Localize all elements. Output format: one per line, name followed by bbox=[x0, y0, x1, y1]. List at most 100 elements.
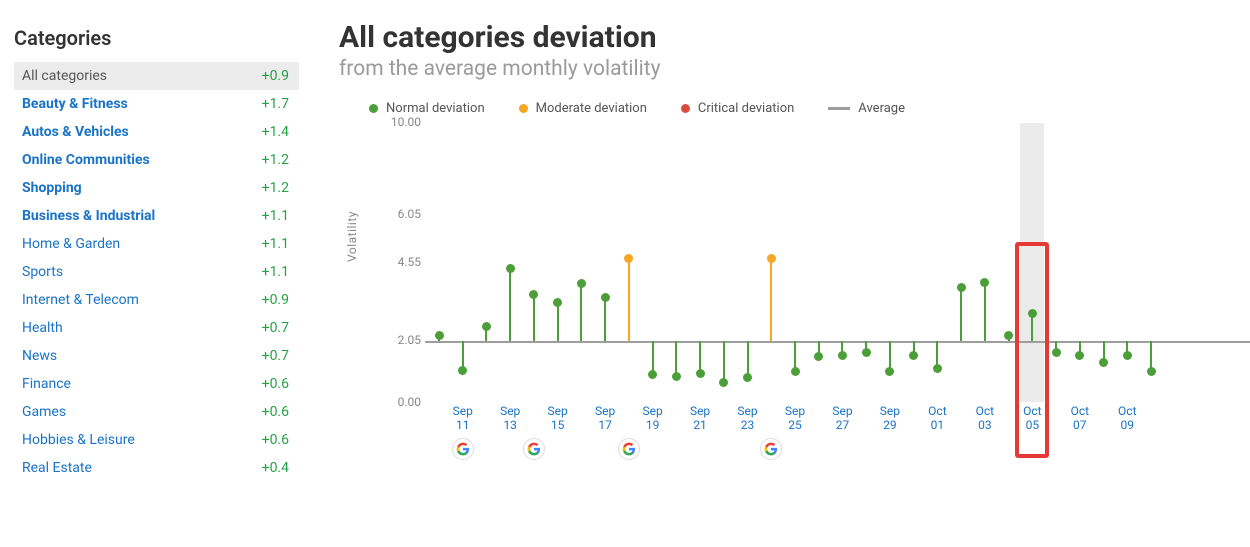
legend-average-label: Average bbox=[858, 101, 905, 116]
data-point-marker bbox=[553, 298, 562, 307]
data-point-marker bbox=[435, 331, 444, 340]
data-point[interactable] bbox=[936, 341, 938, 368]
data-point[interactable] bbox=[794, 341, 796, 371]
data-point[interactable] bbox=[699, 341, 701, 373]
category-value: +0.9 bbox=[262, 68, 289, 84]
x-tick[interactable]: Sep17 bbox=[586, 404, 624, 433]
category-row[interactable]: Home & Garden+1.1 bbox=[14, 230, 299, 258]
category-row[interactable]: Games+0.6 bbox=[14, 398, 299, 426]
data-point[interactable] bbox=[438, 335, 440, 341]
legend-average[interactable]: Average bbox=[828, 101, 905, 116]
categories-sidebar: Categories All categories+0.9Beauty & Fi… bbox=[14, 10, 299, 482]
category-row[interactable]: Finance +0.6 bbox=[14, 370, 299, 398]
data-point[interactable] bbox=[723, 341, 725, 382]
legend-normal[interactable]: Normal deviation bbox=[369, 101, 485, 116]
x-tick[interactable]: Sep11 bbox=[444, 404, 482, 433]
data-point[interactable] bbox=[557, 302, 559, 341]
data-point[interactable] bbox=[865, 341, 867, 352]
x-tick[interactable]: Sep15 bbox=[539, 404, 577, 433]
data-point[interactable] bbox=[841, 341, 843, 355]
google-update-icon[interactable] bbox=[452, 438, 474, 460]
data-point[interactable] bbox=[580, 283, 582, 341]
x-tick[interactable]: Oct05 bbox=[1013, 404, 1051, 433]
category-row[interactable]: Hobbies & Leisure+0.6 bbox=[14, 426, 299, 454]
category-row[interactable]: Real Estate+0.4 bbox=[14, 454, 299, 482]
data-point-marker bbox=[1099, 358, 1108, 367]
data-point[interactable] bbox=[770, 258, 772, 341]
google-update-icon[interactable] bbox=[618, 438, 640, 460]
chart-subtitle: from the average monthly volatility bbox=[339, 57, 1250, 81]
category-row[interactable]: Business & Industrial +1.1 bbox=[14, 202, 299, 230]
category-label: All categories bbox=[22, 68, 107, 84]
x-tick[interactable]: Sep21 bbox=[681, 404, 719, 433]
data-point[interactable] bbox=[889, 341, 891, 371]
google-update-icon[interactable] bbox=[760, 438, 782, 460]
x-tick[interactable]: Sep27 bbox=[823, 404, 861, 433]
data-point-marker bbox=[862, 348, 871, 357]
category-label: News bbox=[22, 348, 57, 364]
x-tick[interactable]: Oct03 bbox=[966, 404, 1004, 433]
category-row[interactable]: All categories +0.9 bbox=[14, 62, 299, 90]
google-update-icon[interactable] bbox=[523, 438, 545, 460]
data-point[interactable] bbox=[1103, 341, 1105, 362]
x-tick[interactable]: Oct01 bbox=[918, 404, 956, 433]
category-value: +1.1 bbox=[262, 208, 289, 224]
data-point-marker bbox=[791, 367, 800, 376]
data-point[interactable] bbox=[1008, 335, 1010, 341]
data-point-marker bbox=[601, 293, 610, 302]
y-axis-label: Volatility bbox=[345, 211, 359, 262]
data-point[interactable] bbox=[913, 341, 915, 355]
category-row[interactable]: Shopping+1.2 bbox=[14, 174, 299, 202]
data-point[interactable] bbox=[675, 341, 677, 376]
data-point[interactable] bbox=[509, 268, 511, 342]
category-row[interactable]: Autos & Vehicles+1.4 bbox=[14, 118, 299, 146]
category-row[interactable]: Internet & Telecom+0.9 bbox=[14, 286, 299, 314]
x-tick[interactable]: Sep19 bbox=[634, 404, 672, 433]
x-tick[interactable]: Sep13 bbox=[491, 404, 529, 433]
x-tick[interactable]: Sep25 bbox=[776, 404, 814, 433]
category-value: +0.9 bbox=[262, 292, 289, 308]
data-point[interactable] bbox=[1150, 341, 1152, 371]
data-point[interactable] bbox=[652, 341, 654, 374]
data-point[interactable] bbox=[1079, 341, 1081, 355]
x-tick[interactable]: Oct09 bbox=[1108, 404, 1146, 433]
x-tick[interactable]: Sep29 bbox=[871, 404, 909, 433]
data-point-marker bbox=[719, 378, 728, 387]
category-label: Online Communities bbox=[22, 152, 150, 168]
data-point[interactable] bbox=[462, 341, 464, 370]
category-row[interactable]: Health+0.7 bbox=[14, 314, 299, 342]
category-label: Finance bbox=[22, 376, 71, 392]
category-value: +1.2 bbox=[262, 180, 289, 196]
data-point[interactable] bbox=[533, 294, 535, 341]
category-value: +1.1 bbox=[262, 264, 289, 280]
legend-critical[interactable]: Critical deviation bbox=[681, 101, 794, 116]
data-point[interactable] bbox=[984, 282, 986, 342]
x-tick[interactable]: Sep23 bbox=[729, 404, 767, 433]
data-point[interactable] bbox=[1126, 341, 1128, 355]
category-value: +1.4 bbox=[262, 124, 289, 140]
category-label: Business & Industrial bbox=[22, 208, 155, 224]
chart-legend: Normal deviation Moderate deviation Crit… bbox=[369, 101, 1250, 116]
data-point[interactable] bbox=[818, 341, 820, 356]
data-point[interactable] bbox=[628, 258, 630, 341]
data-point-marker bbox=[838, 351, 847, 360]
legend-moderate[interactable]: Moderate deviation bbox=[519, 101, 647, 116]
category-row[interactable]: News+0.7 bbox=[14, 342, 299, 370]
category-value: +0.6 bbox=[262, 376, 289, 392]
data-point[interactable] bbox=[960, 287, 962, 342]
data-point[interactable] bbox=[1055, 341, 1057, 352]
data-point[interactable] bbox=[485, 326, 487, 342]
category-row[interactable]: Beauty & Fitness+1.7 bbox=[14, 90, 299, 118]
category-row[interactable]: Sports+1.1 bbox=[14, 258, 299, 286]
category-value: +1.1 bbox=[262, 236, 289, 252]
category-list: All categories +0.9 Beauty & Fitness+1.7Au… bbox=[14, 62, 299, 482]
y-tick: 4.55 bbox=[377, 255, 421, 269]
category-value: +0.7 bbox=[262, 320, 289, 336]
x-tick[interactable]: Oct07 bbox=[1061, 404, 1099, 433]
data-point[interactable] bbox=[604, 297, 606, 341]
legend-normal-label: Normal deviation bbox=[386, 101, 485, 116]
plot-area bbox=[425, 122, 1250, 402]
data-point[interactable] bbox=[747, 341, 749, 377]
category-row[interactable]: Online Communities+1.2 bbox=[14, 146, 299, 174]
dot-icon bbox=[519, 104, 528, 113]
